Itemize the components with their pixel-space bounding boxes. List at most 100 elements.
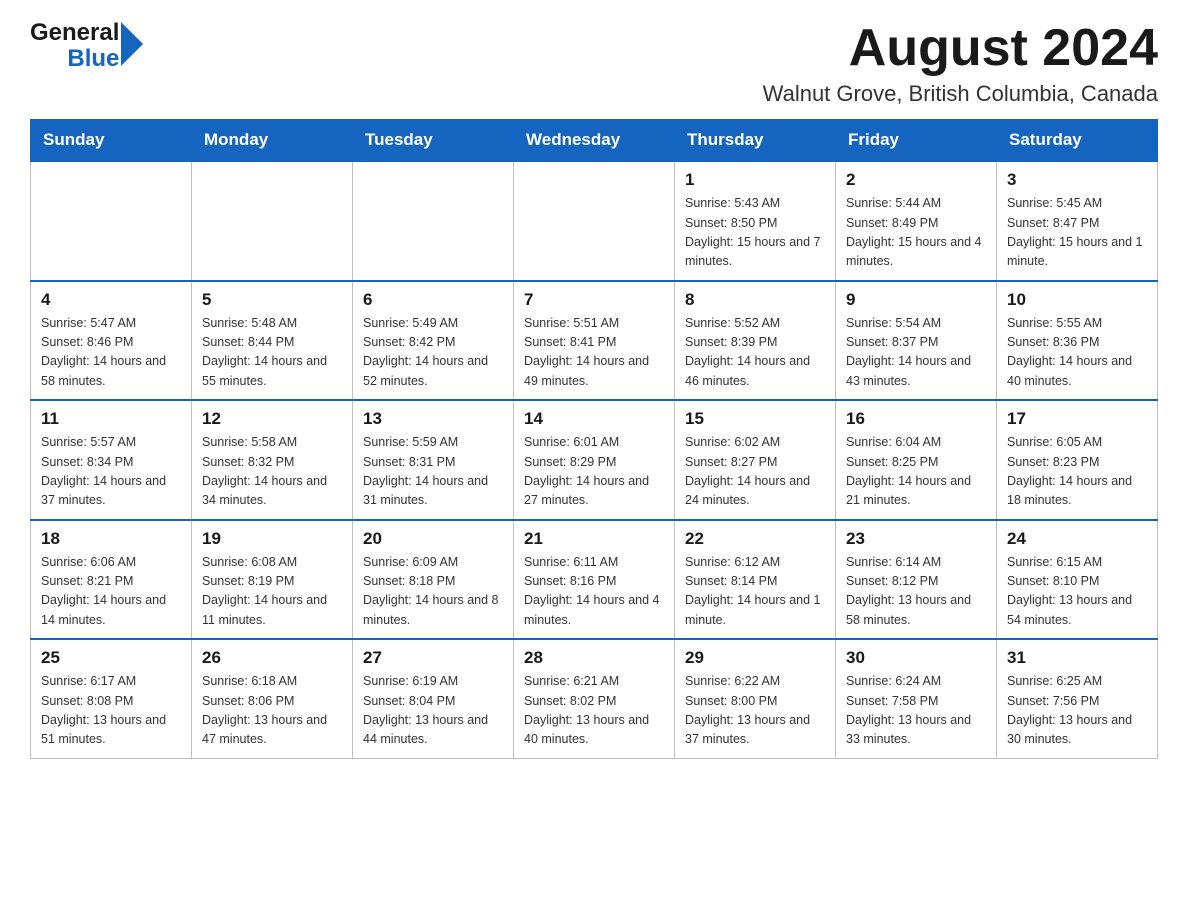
calendar-cell: 24 Sunrise: 6:15 AMSunset: 8:10 PMDayligh… (997, 520, 1158, 640)
calendar-cell: 1 Sunrise: 5:43 AMSunset: 8:50 PMDaylight… (675, 161, 836, 281)
calendar-table: SundayMondayTuesdayWednesdayThursdayFrid… (30, 119, 1158, 759)
calendar-cell: 19Sunrise: 6:08 AMSunset: 8:19 PMDayligh… (192, 520, 353, 640)
day-info: Sunrise: 6:11 AMSunset: 8:16 PMDaylight:… (524, 553, 664, 631)
day-number: 25 (41, 648, 181, 668)
day-info: Sunrise: 6:06 AMSunset: 8:21 PMDaylight:… (41, 553, 181, 631)
day-number: 24 (1007, 529, 1147, 549)
day-info: Sunrise: 6:15 AMSunset: 8:10 PMDaylight:… (1007, 553, 1147, 631)
day-number: 28 (524, 648, 664, 668)
day-number: 22 (685, 529, 825, 549)
day-number: 6 (363, 290, 503, 310)
calendar-header-thursday: Thursday (675, 120, 836, 162)
day-info: Sunrise: 6:12 AMSunset: 8:14 PMDaylight:… (685, 553, 825, 631)
day-info: Sunrise: 6:22 AMSunset: 8:00 PMDaylight:… (685, 672, 825, 750)
day-number: 2 (846, 170, 986, 190)
calendar-cell: 29 Sunrise: 6:22 AMSunset: 8:00 PMDayligh… (675, 639, 836, 758)
calendar-header-saturday: Saturday (997, 120, 1158, 162)
day-info: Sunrise: 6:17 AMSunset: 8:08 PMDaylight:… (41, 672, 181, 750)
day-number: 27 (363, 648, 503, 668)
page-header: General Blue August 2024 Walnut Grove, B… (30, 20, 1158, 107)
day-info: Sunrise: 5:45 AMSunset: 8:47 PMDaylight:… (1007, 194, 1147, 272)
calendar-cell: 6Sunrise: 5:49 AMSunset: 8:42 PMDaylight… (353, 281, 514, 401)
calendar-cell: 26 Sunrise: 6:18 AMSunset: 8:06 PMDayligh… (192, 639, 353, 758)
calendar-header-sunday: Sunday (31, 120, 192, 162)
day-info: Sunrise: 6:19 AMSunset: 8:04 PMDaylight:… (363, 672, 503, 750)
week-row-2: 4 Sunrise: 5:47 AMSunset: 8:46 PMDaylight… (31, 281, 1158, 401)
calendar-header-row: SundayMondayTuesdayWednesdayThursdayFrid… (31, 120, 1158, 162)
day-number: 8 (685, 290, 825, 310)
day-number: 26 (202, 648, 342, 668)
week-row-5: 25 Sunrise: 6:17 AMSunset: 8:08 PMDayligh… (31, 639, 1158, 758)
day-info: Sunrise: 6:05 AMSunset: 8:23 PMDaylight:… (1007, 433, 1147, 511)
calendar-cell: 14Sunrise: 6:01 AMSunset: 8:29 PMDayligh… (514, 400, 675, 520)
calendar-cell: 17Sunrise: 6:05 AMSunset: 8:23 PMDayligh… (997, 400, 1158, 520)
logo-arrow-icon (121, 22, 143, 66)
calendar-cell: 30 Sunrise: 6:24 AMSunset: 7:58 PMDayligh… (836, 639, 997, 758)
day-number: 30 (846, 648, 986, 668)
calendar-cell: 13 Sunrise: 5:59 AMSunset: 8:31 PMDayligh… (353, 400, 514, 520)
day-info: Sunrise: 6:21 AMSunset: 8:02 PMDaylight:… (524, 672, 664, 750)
calendar-cell: 3 Sunrise: 5:45 AMSunset: 8:47 PMDaylight… (997, 161, 1158, 281)
week-row-4: 18 Sunrise: 6:06 AMSunset: 8:21 PMDayligh… (31, 520, 1158, 640)
day-number: 9 (846, 290, 986, 310)
logo-general: General (30, 20, 119, 46)
day-info: Sunrise: 5:58 AMSunset: 8:32 PMDaylight:… (202, 433, 342, 511)
day-number: 4 (41, 290, 181, 310)
calendar-cell (514, 161, 675, 281)
calendar-cell: 18 Sunrise: 6:06 AMSunset: 8:21 PMDayligh… (31, 520, 192, 640)
calendar-cell: 7 Sunrise: 5:51 AMSunset: 8:41 PMDaylight… (514, 281, 675, 401)
day-info: Sunrise: 5:47 AMSunset: 8:46 PMDaylight:… (41, 314, 181, 392)
day-number: 11 (41, 409, 181, 429)
calendar-header-tuesday: Tuesday (353, 120, 514, 162)
day-number: 3 (1007, 170, 1147, 190)
calendar-header-friday: Friday (836, 120, 997, 162)
calendar-cell: 5Sunrise: 5:48 AMSunset: 8:44 PMDaylight… (192, 281, 353, 401)
day-number: 1 (685, 170, 825, 190)
calendar-cell (192, 161, 353, 281)
day-info: Sunrise: 5:52 AMSunset: 8:39 PMDaylight:… (685, 314, 825, 392)
logo-blue: Blue (67, 46, 119, 72)
calendar-cell: 28 Sunrise: 6:21 AMSunset: 8:02 PMDayligh… (514, 639, 675, 758)
day-info: Sunrise: 6:24 AMSunset: 7:58 PMDaylight:… (846, 672, 986, 750)
calendar-cell: 16Sunrise: 6:04 AMSunset: 8:25 PMDayligh… (836, 400, 997, 520)
calendar-cell: 23Sunrise: 6:14 AMSunset: 8:12 PMDayligh… (836, 520, 997, 640)
day-info: Sunrise: 5:59 AMSunset: 8:31 PMDaylight:… (363, 433, 503, 511)
calendar-cell: 22 Sunrise: 6:12 AMSunset: 8:14 PMDayligh… (675, 520, 836, 640)
day-info: Sunrise: 6:09 AMSunset: 8:18 PMDaylight:… (363, 553, 503, 631)
calendar-cell: 20 Sunrise: 6:09 AMSunset: 8:18 PMDayligh… (353, 520, 514, 640)
day-number: 13 (363, 409, 503, 429)
day-info: Sunrise: 6:02 AMSunset: 8:27 PMDaylight:… (685, 433, 825, 511)
day-number: 12 (202, 409, 342, 429)
page-title: August 2024 (763, 20, 1158, 77)
day-number: 31 (1007, 648, 1147, 668)
day-number: 16 (846, 409, 986, 429)
day-number: 5 (202, 290, 342, 310)
logo: General Blue (30, 20, 143, 73)
day-info: Sunrise: 6:25 AMSunset: 7:56 PMDaylight:… (1007, 672, 1147, 750)
day-number: 29 (685, 648, 825, 668)
day-info: Sunrise: 5:44 AMSunset: 8:49 PMDaylight:… (846, 194, 986, 272)
day-number: 18 (41, 529, 181, 549)
day-info: Sunrise: 5:51 AMSunset: 8:41 PMDaylight:… (524, 314, 664, 392)
day-number: 15 (685, 409, 825, 429)
day-number: 23 (846, 529, 986, 549)
page-subtitle: Walnut Grove, British Columbia, Canada (763, 81, 1158, 107)
calendar-cell: 9Sunrise: 5:54 AMSunset: 8:37 PMDaylight… (836, 281, 997, 401)
day-info: Sunrise: 6:08 AMSunset: 8:19 PMDaylight:… (202, 553, 342, 631)
day-number: 7 (524, 290, 664, 310)
title-block: August 2024 Walnut Grove, British Columb… (763, 20, 1158, 107)
day-info: Sunrise: 6:18 AMSunset: 8:06 PMDaylight:… (202, 672, 342, 750)
day-number: 10 (1007, 290, 1147, 310)
day-info: Sunrise: 5:55 AMSunset: 8:36 PMDaylight:… (1007, 314, 1147, 392)
day-info: Sunrise: 6:01 AMSunset: 8:29 PMDaylight:… (524, 433, 664, 511)
calendar-header-monday: Monday (192, 120, 353, 162)
calendar-cell: 2 Sunrise: 5:44 AMSunset: 8:49 PMDaylight… (836, 161, 997, 281)
calendar-cell: 11Sunrise: 5:57 AMSunset: 8:34 PMDayligh… (31, 400, 192, 520)
week-row-3: 11Sunrise: 5:57 AMSunset: 8:34 PMDayligh… (31, 400, 1158, 520)
calendar-cell (353, 161, 514, 281)
day-info: Sunrise: 5:43 AMSunset: 8:50 PMDaylight:… (685, 194, 825, 272)
calendar-cell: 27 Sunrise: 6:19 AMSunset: 8:04 PMDayligh… (353, 639, 514, 758)
calendar-cell (31, 161, 192, 281)
day-number: 20 (363, 529, 503, 549)
calendar-cell: 25 Sunrise: 6:17 AMSunset: 8:08 PMDayligh… (31, 639, 192, 758)
